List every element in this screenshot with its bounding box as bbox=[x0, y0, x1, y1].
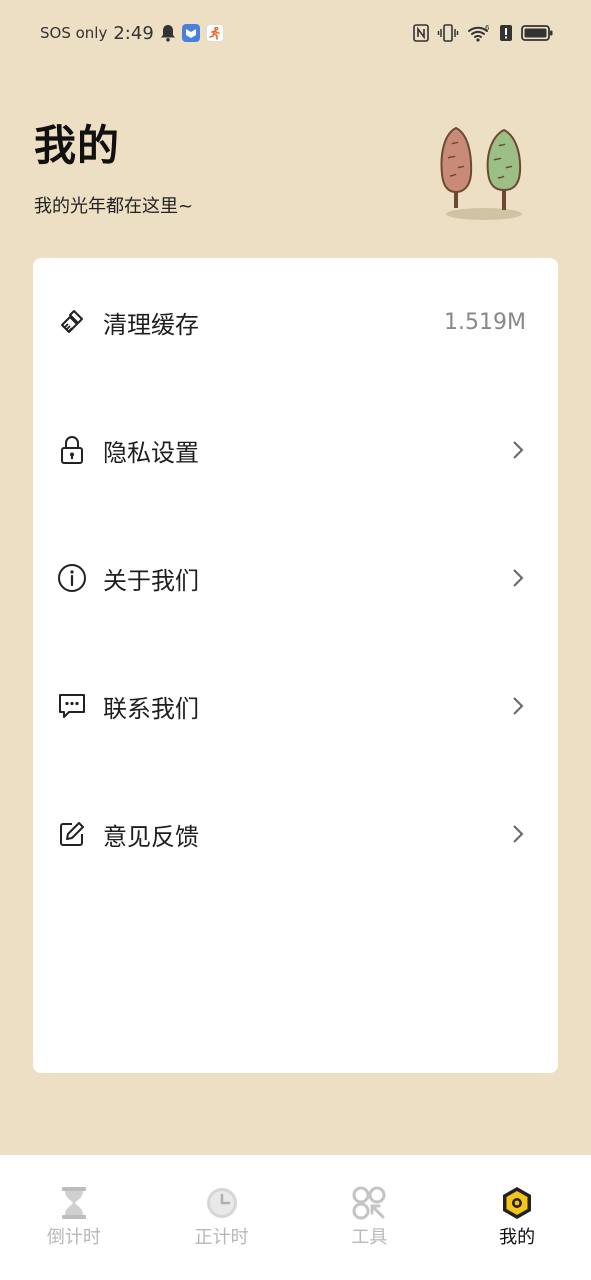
profile-icon bbox=[503, 1187, 532, 1219]
chevron-right-icon bbox=[513, 825, 524, 843]
settings-card: 清理缓存 1.519M 隐私设置 关于我们 联系我们 意见反馈 bbox=[33, 258, 558, 1073]
menu-item-label: 联系我们 bbox=[103, 694, 199, 723]
menu-item-privacy-settings[interactable]: 隐私设置 bbox=[33, 386, 558, 514]
vibrate-icon bbox=[437, 24, 459, 42]
page-subtitle: 我的光年都在这里~ bbox=[34, 196, 194, 217]
fitness-app-icon bbox=[205, 24, 224, 42]
tab-count-up[interactable]: 正计时 bbox=[148, 1155, 296, 1280]
nfc-icon bbox=[413, 24, 429, 42]
alert-icon bbox=[500, 25, 512, 41]
chat-icon bbox=[57, 691, 87, 721]
chevron-right-icon bbox=[513, 569, 524, 587]
tab-label: 工具 bbox=[351, 1227, 388, 1248]
menu-item-label: 清理缓存 bbox=[103, 310, 199, 339]
menu-item-about-us[interactable]: 关于我们 bbox=[33, 514, 558, 642]
chevron-right-icon bbox=[513, 441, 524, 459]
clock-text: 2:49 bbox=[113, 22, 154, 44]
cache-size-value: 1.519M bbox=[444, 309, 526, 335]
status-right: 6 bbox=[413, 24, 553, 42]
trees-illustration bbox=[440, 126, 522, 220]
bell-icon bbox=[160, 25, 175, 42]
info-icon bbox=[57, 563, 87, 593]
tab-label: 倒计时 bbox=[46, 1227, 101, 1248]
hourglass-icon bbox=[61, 1187, 86, 1219]
menu-item-label: 隐私设置 bbox=[103, 438, 199, 467]
carrier-text: SOS only bbox=[40, 24, 108, 42]
lock-icon bbox=[57, 435, 87, 465]
app-notification-icon bbox=[181, 24, 200, 42]
status-left: SOS only 2:49 bbox=[40, 23, 224, 44]
page-title: 我的 bbox=[34, 121, 121, 170]
menu-item-label: 意见反馈 bbox=[103, 822, 199, 851]
tab-countdown[interactable]: 倒计时 bbox=[0, 1155, 148, 1280]
edit-icon bbox=[57, 819, 87, 849]
broom-icon bbox=[57, 307, 87, 337]
menu-item-label: 关于我们 bbox=[103, 566, 199, 595]
tab-mine[interactable]: 我的 bbox=[443, 1155, 591, 1280]
menu-item-feedback[interactable]: 意见反馈 bbox=[33, 770, 558, 898]
chevron-right-icon bbox=[513, 697, 524, 715]
clock-icon bbox=[206, 1188, 237, 1218]
page-header: 我的 我的光年都在这里~ bbox=[34, 118, 193, 218]
battery-icon bbox=[521, 25, 553, 41]
svg-text:6: 6 bbox=[485, 24, 490, 32]
tab-tools[interactable]: 工具 bbox=[296, 1155, 444, 1280]
wifi-icon: 6 bbox=[468, 24, 490, 42]
tab-label: 我的 bbox=[499, 1227, 536, 1248]
tools-icon bbox=[352, 1186, 386, 1220]
tab-label: 正计时 bbox=[194, 1227, 249, 1248]
menu-item-clear-cache[interactable]: 清理缓存 1.519M bbox=[33, 258, 558, 386]
menu-item-contact-us[interactable]: 联系我们 bbox=[33, 642, 558, 770]
status-bar: SOS only 2:49 6 bbox=[0, 0, 591, 66]
bottom-tab-bar: 倒计时 正计时 工具 我的 bbox=[0, 1155, 591, 1280]
